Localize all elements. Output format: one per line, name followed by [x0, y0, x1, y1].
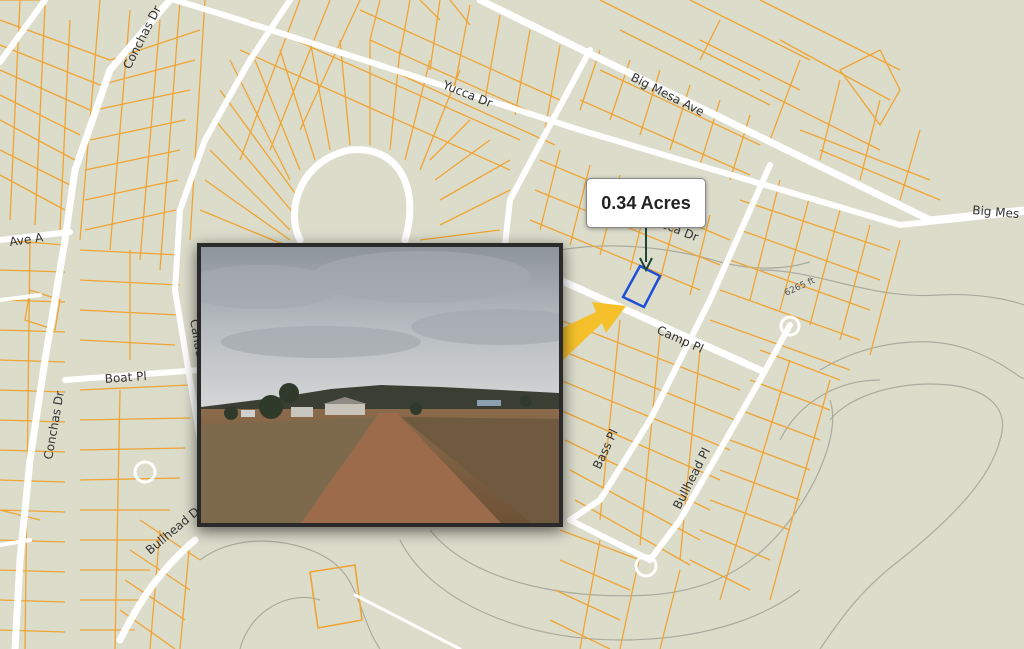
acreage-callout: 0.34 Acres: [586, 178, 706, 228]
label-boat-pl: Boat Pl: [104, 369, 147, 386]
property-photo[interactable]: [197, 243, 563, 527]
acreage-label: 0.34 Acres: [601, 192, 691, 213]
landscape-photo: [201, 247, 559, 523]
map-view[interactable]: Conchas Dr Conchas Dr Yucca Dr Yucca Dr …: [0, 0, 1024, 649]
